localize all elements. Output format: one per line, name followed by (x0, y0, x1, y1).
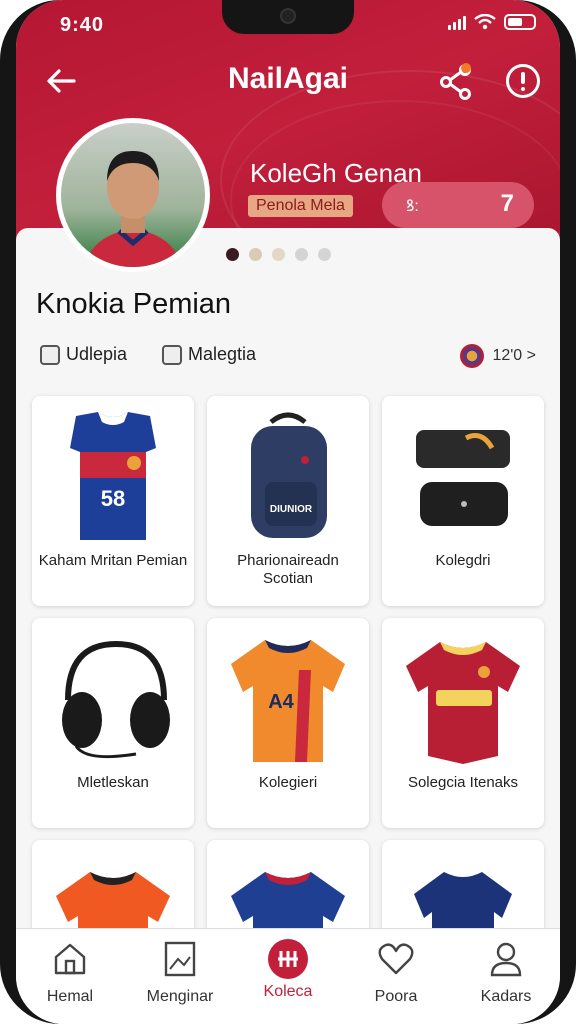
carousel-dot[interactable] (272, 248, 285, 261)
profile-tag: Penola Mela (248, 195, 353, 217)
signal-icon (448, 14, 466, 30)
info-button[interactable] (506, 64, 540, 98)
product-card[interactable]: Kolegdri (382, 396, 544, 606)
stat-icon: ꝸ: (406, 198, 419, 215)
home-icon (54, 943, 86, 975)
svg-text:A4: A4 (268, 691, 294, 713)
nav-label: Poora (374, 988, 418, 1005)
nav-item-collection[interactable]: Koleca (238, 939, 338, 1001)
filter-bar: Udlepia Malegtia 12'0 > (36, 344, 536, 374)
wifi-icon (474, 14, 496, 30)
stat-pill[interactable]: ꝸ: 7 (382, 182, 534, 228)
heart-icon (378, 943, 414, 975)
product-label: Kaham Mritan Pemian (38, 552, 188, 569)
headphones-icon (62, 640, 170, 759)
svg-text:DIUNIOR: DIUNIOR (270, 504, 313, 515)
image-icon (164, 941, 196, 977)
product-card[interactable]: Mletleskan (32, 618, 194, 828)
share-icon (440, 63, 471, 100)
carousel-dot[interactable] (295, 248, 308, 261)
product-label: Mletleskan (77, 774, 149, 791)
top-bar: NailAgai (16, 58, 560, 102)
product-card[interactable]: A4 Kolegieri (207, 618, 369, 828)
item-count[interactable]: 12'0 > (460, 344, 536, 368)
filter-chip-2[interactable]: Malegtia (162, 344, 256, 365)
nav-label: Koleca (263, 983, 313, 1000)
carousel-dot[interactable] (318, 248, 331, 261)
phone-notch (222, 0, 354, 34)
product-card[interactable]: DIUNIOR Pharionaireadn Scotian (207, 396, 369, 606)
filter-icon (40, 344, 60, 365)
collection-content: Knokia Pemian Udlepia Malegtia 12'0 > 58… (16, 228, 560, 1024)
collection-icon (268, 939, 308, 979)
share-button[interactable] (436, 62, 476, 102)
product-label: Solegcia Itenaks (407, 774, 519, 791)
filter-label: Malegtia (188, 344, 257, 364)
jersey-icon: A4 (231, 640, 345, 762)
player-portrait (85, 151, 181, 267)
status-icons (448, 14, 536, 30)
nav-label: Kadars (480, 988, 532, 1005)
nav-label: Hemal (46, 988, 94, 1005)
calendar-icon (162, 344, 182, 365)
item-count-label: 12'0 > (492, 347, 536, 364)
nav-item-gallery[interactable]: Menginar (130, 939, 230, 1006)
club-badge-icon (460, 344, 485, 368)
product-label: Pharionaireadn Scotian (237, 552, 339, 587)
carousel-dot[interactable] (249, 248, 262, 261)
stat-value: 7 (500, 190, 514, 217)
bottom-navigation: Hemal Menginar Koleca Poora Kadars (16, 928, 560, 1024)
filter-label: Udlepia (66, 344, 128, 364)
svg-text:58: 58 (101, 486, 125, 511)
nav-label: Menginar (146, 988, 214, 1005)
carousel-dot[interactable] (226, 248, 239, 261)
backpack-icon: DIUNIOR (251, 412, 327, 538)
status-time: 9:40 (60, 14, 105, 36)
nav-item-home[interactable]: Hemal (20, 939, 120, 1006)
app-title: NailAgai (227, 62, 349, 95)
product-card[interactable]: 58 Kaham Mritan Pemian (32, 396, 194, 606)
pouch-icon (416, 430, 510, 526)
phone-frame: 9:40 NailAgai KoleGh Genan Penola Mela ꝸ… (0, 0, 576, 1024)
product-label: Kolegieri (258, 774, 318, 791)
carousel-indicator (226, 248, 331, 261)
section-title: Knokia Pemian (36, 288, 232, 320)
profile-icon (490, 942, 522, 977)
nav-item-favorites[interactable]: Poora (346, 939, 446, 1006)
battery-icon (504, 14, 536, 30)
jersey-icon: 58 (70, 412, 156, 540)
nav-item-profile[interactable]: Kadars (456, 939, 556, 1006)
camera-icon (280, 8, 296, 24)
product-card[interactable]: Solegcia Itenaks (382, 618, 544, 828)
product-label: Kolegdri (435, 552, 491, 569)
jersey-icon (406, 642, 520, 764)
filter-chip-1[interactable]: Udlepia (40, 344, 127, 365)
avatar[interactable] (56, 118, 210, 272)
app-screen: 9:40 NailAgai KoleGh Genan Penola Mela ꝸ… (16, 0, 560, 1024)
